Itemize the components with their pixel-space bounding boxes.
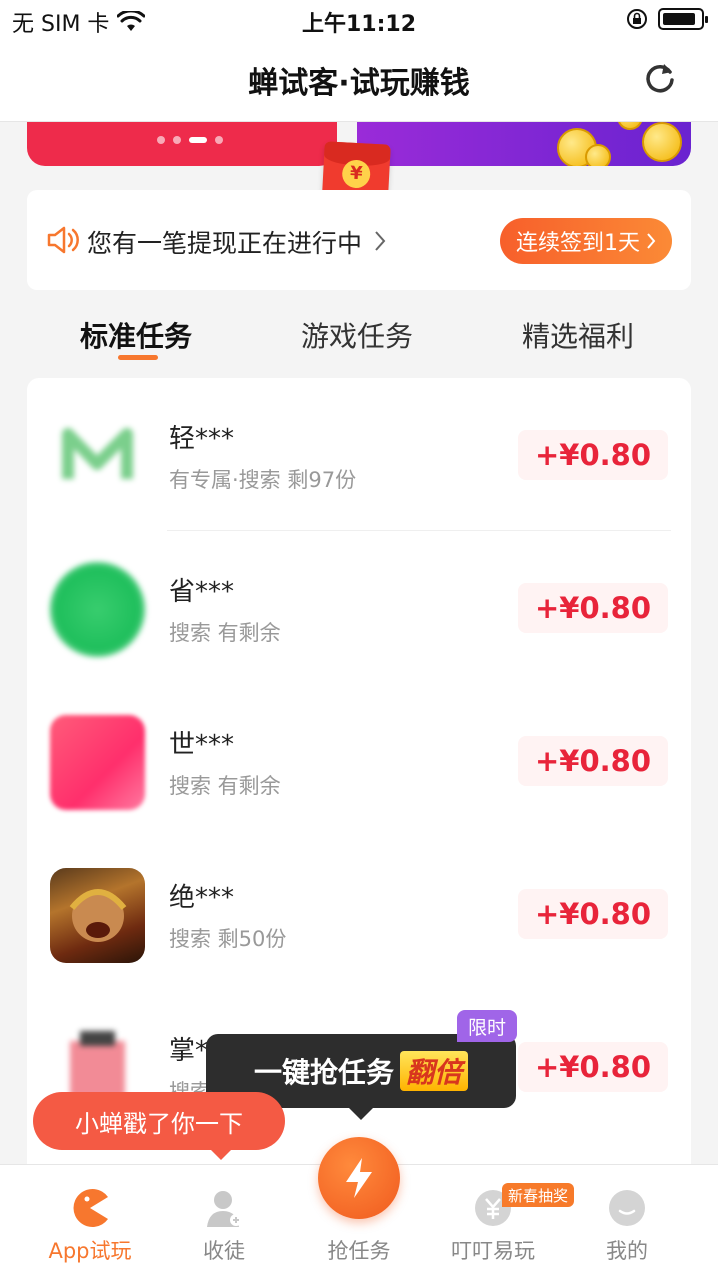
task-row[interactable]: 世*** 搜索 有剩余 +¥0.80 (27, 684, 691, 837)
page-title: 蝉试客·试玩赚钱 (248, 66, 470, 101)
poke-bubble[interactable]: 小蝉戳了你一下 (33, 1092, 285, 1160)
tab-label: App试玩 (48, 1239, 132, 1263)
limited-time-tag: 限时 (457, 1010, 517, 1042)
tab-game[interactable]: 游戏任务 (301, 315, 413, 355)
grab-task-text: 一键抢任务 (253, 1056, 394, 1089)
add-user-icon (207, 1191, 242, 1227)
notice-card: 您有一笔提现正在进行中 连续签到1天 (27, 190, 691, 290)
tab-label: 收徒 (203, 1239, 245, 1263)
task-desc: 搜索 有剩余 (169, 621, 281, 645)
nav-bar: 蝉试客·试玩赚钱 (0, 40, 718, 122)
notice-text[interactable]: 您有一笔提现正在进行中 (87, 224, 362, 260)
checkin-button[interactable]: 连续签到1天 (500, 218, 672, 264)
tab-profile[interactable]: 我的 (557, 1165, 697, 1280)
banner-coins[interactable] (357, 122, 691, 166)
banner-carousel[interactable] (27, 122, 337, 166)
reward-badge: +¥0.80 (518, 1042, 668, 1092)
task-row[interactable]: 省*** 搜索 有剩余 +¥0.80 (27, 531, 691, 684)
double-badge: 翻倍 (400, 1051, 469, 1091)
task-name: 绝*** (169, 883, 235, 913)
grab-task-button[interactable] (318, 1137, 400, 1219)
status-right (626, 8, 708, 30)
chevron-right-icon (375, 231, 386, 251)
reward-badge: +¥0.80 (518, 583, 668, 633)
app-icon-green (50, 562, 145, 657)
task-desc: 搜索 有剩余 (169, 774, 281, 798)
tab-label: 叮叮易玩 (451, 1239, 535, 1263)
task-desc: 搜索 剩50份 (169, 927, 287, 951)
status-bar: 无 SIM 卡 上午11:12 (0, 0, 718, 40)
pacman-icon (73, 1189, 108, 1227)
tab-label: 抢任务 (327, 1239, 391, 1263)
task-name: 世*** (169, 730, 235, 760)
rotation-lock-icon (627, 9, 647, 29)
status-time: 上午11:12 (301, 12, 417, 37)
app-icon-hero (50, 868, 145, 963)
tab-app-trial[interactable]: App试玩 (20, 1165, 160, 1280)
carousel-indicator (157, 136, 223, 144)
reward-badge: +¥0.80 (518, 736, 668, 786)
tab-standard[interactable]: 标准任务 (80, 315, 192, 355)
refresh-icon[interactable] (640, 58, 680, 98)
lottery-tag: 新春抽奖 (502, 1183, 575, 1207)
task-name: 省*** (169, 577, 235, 607)
tab-underline (118, 355, 158, 360)
task-tabs: 标准任务 游戏任务 精选福利 (0, 315, 718, 365)
profile-icon (609, 1190, 645, 1226)
checkin-label: 连续签到1天 (516, 231, 640, 256)
speaker-icon (47, 226, 79, 254)
task-row[interactable]: 绝*** 搜索 剩50份 +¥0.80 (27, 837, 691, 990)
battery-icon (658, 8, 708, 30)
tab-welfare[interactable]: 精选福利 (522, 315, 634, 355)
task-row[interactable]: 轻*** 有专属·搜索 剩97份 +¥0.80 (27, 378, 691, 531)
reward-badge: +¥0.80 (518, 889, 668, 939)
app-icon-m (50, 409, 145, 504)
chevron-right-icon (647, 233, 656, 249)
task-name: 轻*** (169, 424, 235, 454)
lightning-icon (346, 1158, 372, 1198)
app-icon-pink (50, 715, 145, 810)
tab-label: 我的 (606, 1239, 648, 1263)
task-desc: 有专属·搜索 剩97份 (169, 468, 357, 492)
reward-badge: +¥0.80 (518, 430, 668, 480)
tab-apprentice[interactable]: 收徒 (154, 1165, 294, 1280)
